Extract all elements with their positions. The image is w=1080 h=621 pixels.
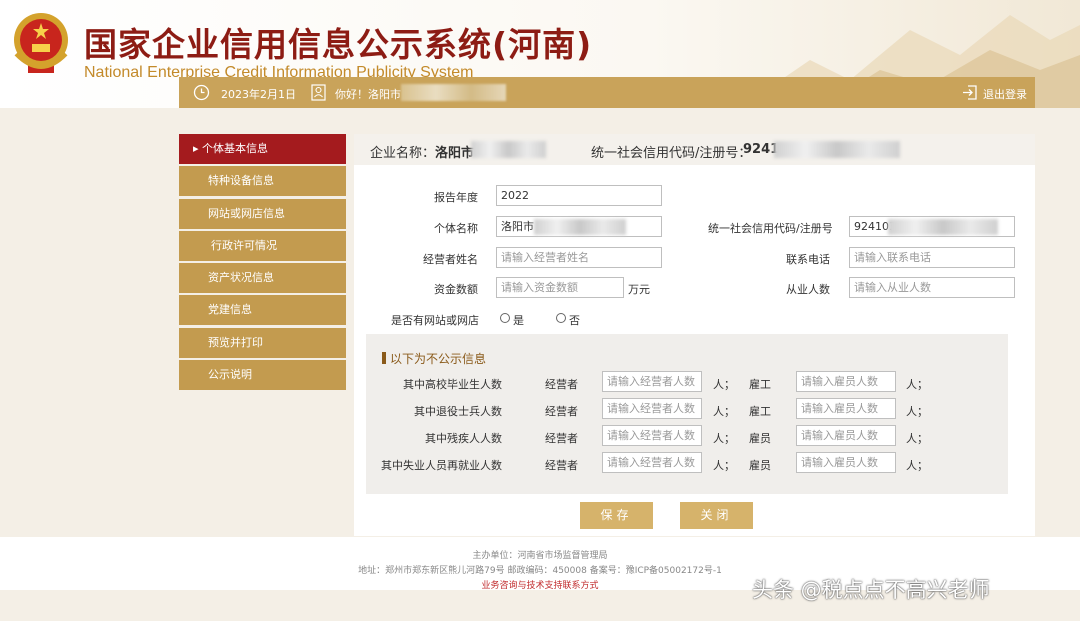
credit-code-field-label: 统一社会信用代码/注册号	[708, 222, 833, 235]
nonpublic-row-label: 其中退役士兵人数	[414, 405, 502, 418]
capital-input[interactable]: 请输入资金数额	[496, 277, 624, 298]
nonpublic-unit: 人；	[906, 432, 928, 445]
nonpublic-operator-label: 经营者	[545, 405, 578, 418]
nonpublic-employee-label: 雇员	[749, 432, 771, 445]
individual-name-value: 洛阳市	[501, 220, 534, 233]
redacted-credit-code	[774, 141, 900, 158]
capital-unit: 万元	[628, 283, 650, 296]
nonpublic-employee-input[interactable]: 请输入雇员人数	[796, 398, 896, 419]
nonpublic-unit: 人；	[906, 459, 928, 472]
nonpublic-title: 以下为不公示信息	[390, 352, 487, 366]
sidebar-item-preview-print[interactable]: 预览并打印	[179, 327, 346, 358]
has-website-yes-label: 是	[513, 314, 524, 327]
nonpublic-operator-label: 经营者	[545, 459, 578, 472]
nonpublic-operator-input[interactable]: 请输入经营者人数	[602, 398, 702, 419]
nonpublic-unit: 人；	[713, 432, 735, 445]
sidebar-item-party[interactable]: 党建信息	[179, 295, 346, 326]
nonpublic-employee-input[interactable]: 请输入雇员人数	[796, 452, 896, 473]
top-bar: 2023年2月1日 你好！洛阳市 退出登录	[179, 77, 1035, 108]
logout-icon[interactable]	[962, 84, 978, 101]
has-website-yes-radio[interactable]	[500, 313, 510, 323]
individual-name-label: 个体名称	[434, 222, 478, 235]
has-website-label: 是否有网站或网店	[391, 314, 479, 327]
nonpublic-row-label: 其中失业人员再就业人数	[381, 459, 502, 472]
report-year-input[interactable]: 2022	[496, 185, 662, 206]
redacted-credit-code-field	[888, 219, 998, 235]
credit-code-label: 统一社会信用代码/注册号：	[591, 146, 752, 161]
staff-count-input[interactable]: 请输入从业人数	[849, 277, 1015, 298]
nonpublic-operator-label: 经营者	[545, 378, 578, 391]
capital-label: 资金数额	[434, 283, 478, 296]
nonpublic-unit: 人；	[713, 378, 735, 391]
nonpublic-unit: 人；	[713, 459, 735, 472]
sidebar-item-website[interactable]: 网站或网店信息	[179, 198, 346, 229]
nonpublic-operator-input[interactable]: 请输入经营者人数	[602, 452, 702, 473]
redacted-company-name	[471, 141, 546, 158]
current-date: 2023年2月1日	[221, 88, 296, 101]
footer-sponsor: 主办单位：河南省市场监督管理局	[472, 551, 608, 561]
has-website-no-label: 否	[569, 314, 580, 327]
nonpublic-operator-input[interactable]: 请输入经营者人数	[602, 371, 702, 392]
nonpublic-unit: 人；	[713, 405, 735, 418]
nonpublic-unit: 人；	[906, 378, 928, 391]
nonpublic-operator-input[interactable]: 请输入经营者人数	[602, 425, 702, 446]
redacted-username	[401, 84, 506, 101]
nonpublic-unit: 人；	[906, 405, 928, 418]
nonpublic-row-label: 其中高校毕业生人数	[403, 378, 502, 391]
company-name-label: 企业名称：	[370, 146, 436, 161]
nonpublic-employee-label: 雇工	[749, 378, 771, 391]
save-button[interactable]: 保存	[580, 502, 653, 529]
national-emblem-icon	[14, 13, 68, 73]
report-year-label: 报告年度	[434, 191, 478, 204]
operator-name-label: 经营者姓名	[423, 253, 478, 266]
phone-label: 联系电话	[786, 253, 830, 266]
site-title: 国家企业信用信息公示系统(河南)	[84, 25, 593, 64]
user-greeting: 你好！洛阳市	[335, 88, 401, 101]
nonpublic-employee-label: 雇员	[749, 459, 771, 472]
company-name-value: 洛阳市	[435, 146, 475, 161]
user-card-icon	[311, 84, 326, 101]
nonpublic-employee-input[interactable]: 请输入雇员人数	[796, 425, 896, 446]
nonpublic-row-label: 其中残疾人人数	[425, 432, 502, 445]
nonpublic-employee-input[interactable]: 请输入雇员人数	[796, 371, 896, 392]
sidebar-item-special-equipment[interactable]: 特种设备信息	[179, 166, 346, 197]
nonpublic-operator-label: 经营者	[545, 432, 578, 445]
sidebar-item-basic-info[interactable]: ▸ 个体基本信息	[179, 134, 346, 164]
phone-input[interactable]: 请输入联系电话	[849, 247, 1015, 268]
sidebar-item-assets[interactable]: 资产状况信息	[179, 263, 346, 294]
nonpublic-employee-label: 雇工	[749, 405, 771, 418]
sidebar-nav: ▸ 个体基本信息 特种设备信息 网站或网店信息 行政许可情况 资产状况信息 党建…	[179, 134, 346, 392]
sidebar-item-license[interactable]: 行政许可情况	[179, 230, 346, 261]
company-info-bar: 企业名称： 洛阳市 统一社会信用代码/注册号： 9241	[354, 134, 1035, 165]
staff-count-label: 从业人数	[786, 283, 830, 296]
close-button[interactable]: 关闭	[680, 502, 753, 529]
logout-link[interactable]: 退出登录	[983, 86, 1027, 102]
section-marker	[382, 352, 386, 364]
watermark-text: 头条 @税点点不高兴老师	[752, 578, 990, 602]
clock-icon	[193, 84, 210, 101]
has-website-no-radio[interactable]	[556, 313, 566, 323]
redacted-individual-name	[534, 219, 626, 235]
sidebar-item-notice[interactable]: 公示说明	[179, 360, 346, 391]
operator-name-input[interactable]: 请输入经营者姓名	[496, 247, 662, 268]
